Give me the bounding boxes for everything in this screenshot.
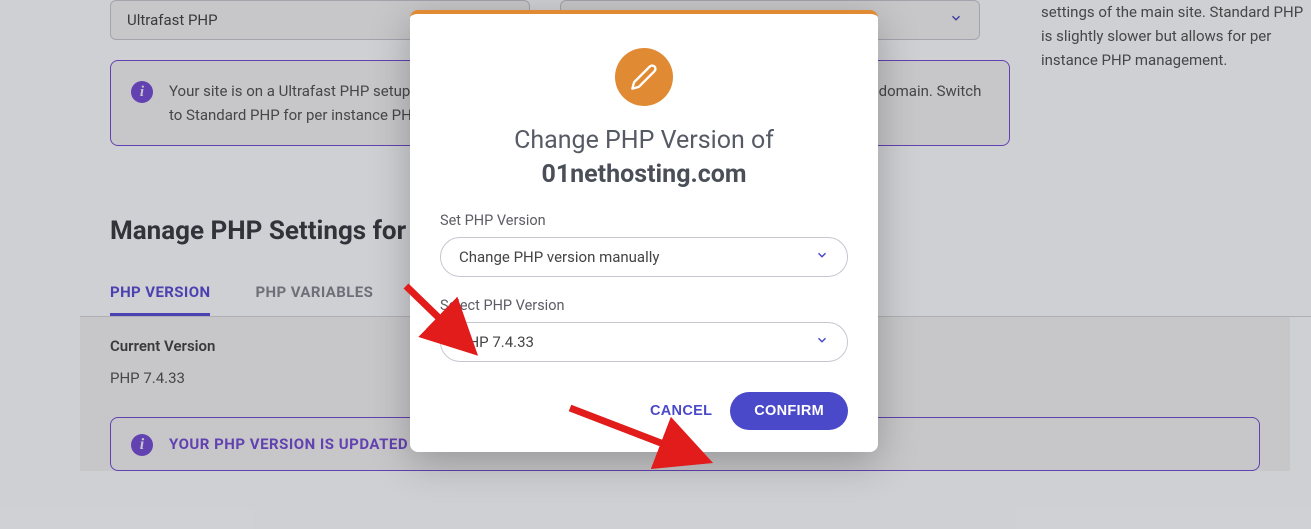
modal-title-prefix: Change PHP Version of <box>514 126 774 155</box>
chevron-down-icon <box>815 248 829 266</box>
select-php-version-value: PHP 7.4.33 <box>459 333 534 351</box>
chevron-down-icon <box>815 333 829 351</box>
set-php-version-value: Change PHP version manually <box>459 248 660 266</box>
cancel-button[interactable]: CANCEL <box>650 403 712 419</box>
modal-title-domain: 01nethosting.com <box>541 160 746 189</box>
set-php-version-label: Set PHP Version <box>440 212 848 229</box>
confirm-button[interactable]: CONFIRM <box>730 392 848 430</box>
modal-title: Change PHP Version of 01nethosting.com <box>440 124 848 192</box>
select-php-version-select[interactable]: PHP 7.4.33 <box>440 322 848 362</box>
set-php-version-select[interactable]: Change PHP version manually <box>440 237 848 277</box>
select-php-version-label: Select PHP Version <box>440 297 848 314</box>
change-php-version-modal: Change PHP Version of 01nethosting.com S… <box>410 10 878 452</box>
pencil-icon <box>615 48 673 106</box>
